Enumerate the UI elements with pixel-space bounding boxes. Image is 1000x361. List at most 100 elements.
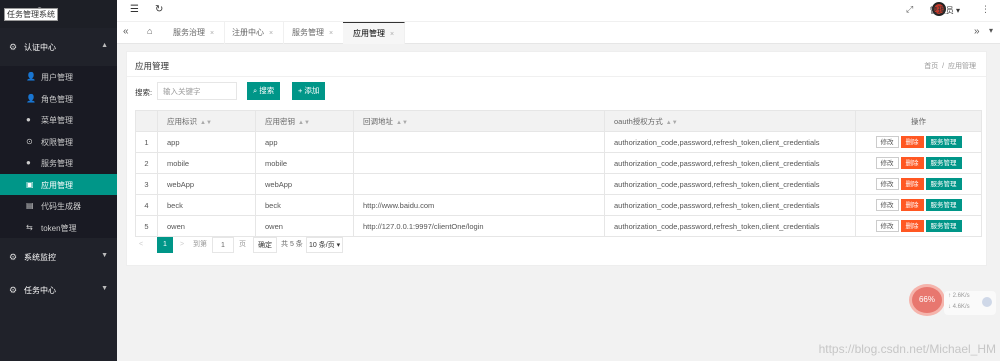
circle-icon: ●	[26, 115, 31, 124]
service-manage-button[interactable]: 服务管理	[925, 136, 962, 148]
admin-menu[interactable]: 管理员 ▾	[930, 5, 960, 16]
memory-usage-badge[interactable]: 66%	[912, 287, 942, 313]
sort-icon[interactable]: ▲▼	[396, 120, 408, 126]
column-header-label: oauth授权方式	[614, 116, 663, 126]
tab-service-management[interactable]: 服务管理 ×	[282, 22, 345, 44]
cell-app-secret: app	[255, 131, 354, 153]
column-header-app-secret[interactable]: 应用密钥 ▲▼	[255, 110, 354, 132]
close-icon[interactable]: ×	[390, 31, 394, 38]
table-row[interactable]: 5 owen owen http://127.0.0.1:9997/client…	[135, 215, 982, 237]
cell-app-id: mobile	[157, 152, 256, 174]
nav-group-system-monitor[interactable]: ⚙ 系统监控 ▼	[0, 247, 117, 267]
table-row[interactable]: 4 beck beck http://www.baidu.com authori…	[135, 194, 982, 216]
close-icon[interactable]: ×	[210, 30, 214, 37]
table-header-row: 应用标识 ▲▼ 应用密钥 ▲▼ 回调地址 ▲▼ oauth授权方式 ▲▼ 操作	[135, 110, 982, 132]
cell-app-id: beck	[157, 194, 256, 216]
close-icon[interactable]: ×	[329, 30, 333, 37]
service-manage-button[interactable]: 服务管理	[925, 178, 962, 190]
sort-icon[interactable]: ▲▼	[298, 120, 310, 126]
column-header-grant-types[interactable]: oauth授权方式 ▲▼	[604, 110, 856, 132]
delete-button[interactable]: 删除	[900, 199, 924, 211]
total-count: 共 5 条	[281, 241, 303, 248]
download-speed-value: 4.6K/s	[952, 304, 970, 310]
gear-icon: ⚙	[9, 285, 18, 295]
upload-speed-value: 2.6K/s	[952, 293, 970, 299]
nav-group-label: 系统监控	[24, 253, 56, 262]
accelerate-icon[interactable]	[982, 297, 992, 307]
app-title-tooltip: 任务管理系统	[4, 8, 58, 21]
tabs-scroll-right-icon[interactable]: »	[974, 26, 980, 37]
table-row[interactable]: 3 webApp webApp authorization_code,passw…	[135, 173, 982, 195]
delete-button[interactable]: 删除	[900, 178, 924, 190]
edit-button[interactable]: 修改	[875, 157, 899, 169]
sidebar-item-label: 用户管理	[41, 73, 73, 82]
table-row[interactable]: 1 app app authorization_code,password,re…	[135, 131, 982, 153]
service-manage-button[interactable]: 服务管理	[925, 157, 962, 169]
apps-table: 应用标识 ▲▼ 应用密钥 ▲▼ 回调地址 ▲▼ oauth授权方式 ▲▼ 操作 1 ap…	[135, 110, 982, 237]
sidebar-item-tokens[interactable]: ⇆ token管理	[0, 217, 117, 239]
tab-label: 服务治理	[173, 28, 205, 37]
tab-registry[interactable]: 注册中心 ×	[222, 22, 285, 44]
page-number-current[interactable]: 1	[157, 237, 173, 253]
sidebar-item-permissions[interactable]: ⊙ 权限管理	[0, 131, 117, 153]
column-header-app-id[interactable]: 应用标识 ▲▼	[157, 110, 256, 132]
tab-app-management[interactable]: 应用管理 ×	[343, 22, 406, 44]
cell-index: 3	[135, 173, 158, 195]
service-manage-button[interactable]: 服务管理	[925, 220, 962, 232]
edit-button[interactable]: 修改	[875, 178, 899, 190]
sort-icon[interactable]: ▲▼	[200, 120, 212, 126]
column-header-callback[interactable]: 回调地址 ▲▼	[353, 110, 605, 132]
page-size-value: 10 条/页	[309, 242, 335, 249]
chevron-down-icon[interactable]: ▾	[989, 26, 993, 35]
cell-app-id: webApp	[157, 173, 256, 195]
search-input[interactable]	[157, 82, 237, 100]
sidebar-item-roles[interactable]: 👤 角色管理	[0, 88, 117, 110]
breadcrumb-current: 应用管理	[948, 63, 976, 70]
edit-button[interactable]: 修改	[875, 220, 899, 232]
menu-toggle-icon[interactable]: ☰	[130, 4, 139, 15]
cell-index: 5	[135, 215, 158, 237]
cell-actions: 修改 删除 服务管理	[855, 194, 982, 216]
cell-callback	[353, 152, 605, 174]
tabs-scroll-left-icon[interactable]: «	[123, 26, 129, 37]
tab-service-governance[interactable]: 服务治理 ×	[163, 22, 226, 44]
goto-label: 到第	[193, 241, 207, 248]
sidebar-item-label: 权限管理	[41, 137, 73, 147]
sidebar-item-apps[interactable]: ▣ 应用管理	[0, 173, 117, 195]
close-icon[interactable]: ×	[269, 30, 273, 37]
prev-page-button[interactable]: <	[139, 237, 143, 253]
fullscreen-icon[interactable]: ⤢	[906, 4, 913, 15]
delete-button[interactable]: 删除	[900, 220, 924, 232]
home-icon[interactable]: ⌂	[147, 26, 152, 36]
next-page-button[interactable]: >	[180, 237, 184, 253]
sidebar-item-users[interactable]: 👤 用户管理	[0, 66, 117, 88]
breadcrumb-home[interactable]: 首页	[924, 63, 938, 70]
token-icon: ⇆	[26, 222, 33, 232]
sidebar-item-code-generator[interactable]: ▤ 代码生成器	[0, 195, 117, 217]
column-header-index	[135, 110, 158, 132]
page-size-select[interactable]: 10 条/页 ▾	[306, 237, 344, 253]
sort-icon[interactable]: ▲▼	[666, 120, 678, 126]
tab-label: 应用管理	[353, 29, 385, 38]
edit-button[interactable]: 修改	[875, 136, 899, 148]
delete-button[interactable]: 删除	[900, 157, 924, 169]
more-vertical-icon[interactable]: ⋮	[981, 4, 990, 15]
edit-button[interactable]: 修改	[875, 199, 899, 211]
chevron-up-icon: ▲	[101, 42, 108, 49]
table-row[interactable]: 2 mobile mobile authorization_code,passw…	[135, 152, 982, 174]
delete-button[interactable]: 删除	[900, 136, 924, 148]
sidebar-item-menus[interactable]: ● 菜单管理	[0, 109, 117, 131]
sidebar-item-services[interactable]: ● 服务管理	[0, 152, 117, 174]
code-icon: ▤	[26, 201, 34, 210]
search-icon: ⌕	[253, 86, 258, 95]
cell-grant-types: authorization_code,password,refresh_toke…	[604, 152, 856, 174]
search-button[interactable]: ⌕ 搜索	[247, 82, 281, 100]
nav-group-auth-center[interactable]: ⚙ 认证中心 ▲	[0, 37, 117, 57]
add-button[interactable]: + 添加	[292, 82, 326, 100]
goto-page-input[interactable]: 1	[212, 237, 234, 253]
goto-confirm-button[interactable]: 确定	[253, 237, 277, 253]
refresh-icon[interactable]: ↻	[155, 4, 163, 15]
service-manage-button[interactable]: 服务管理	[925, 199, 962, 211]
nav-group-task-center[interactable]: ⚙ 任务中心 ▼	[0, 280, 117, 300]
gear-icon: ⚙	[9, 252, 18, 262]
